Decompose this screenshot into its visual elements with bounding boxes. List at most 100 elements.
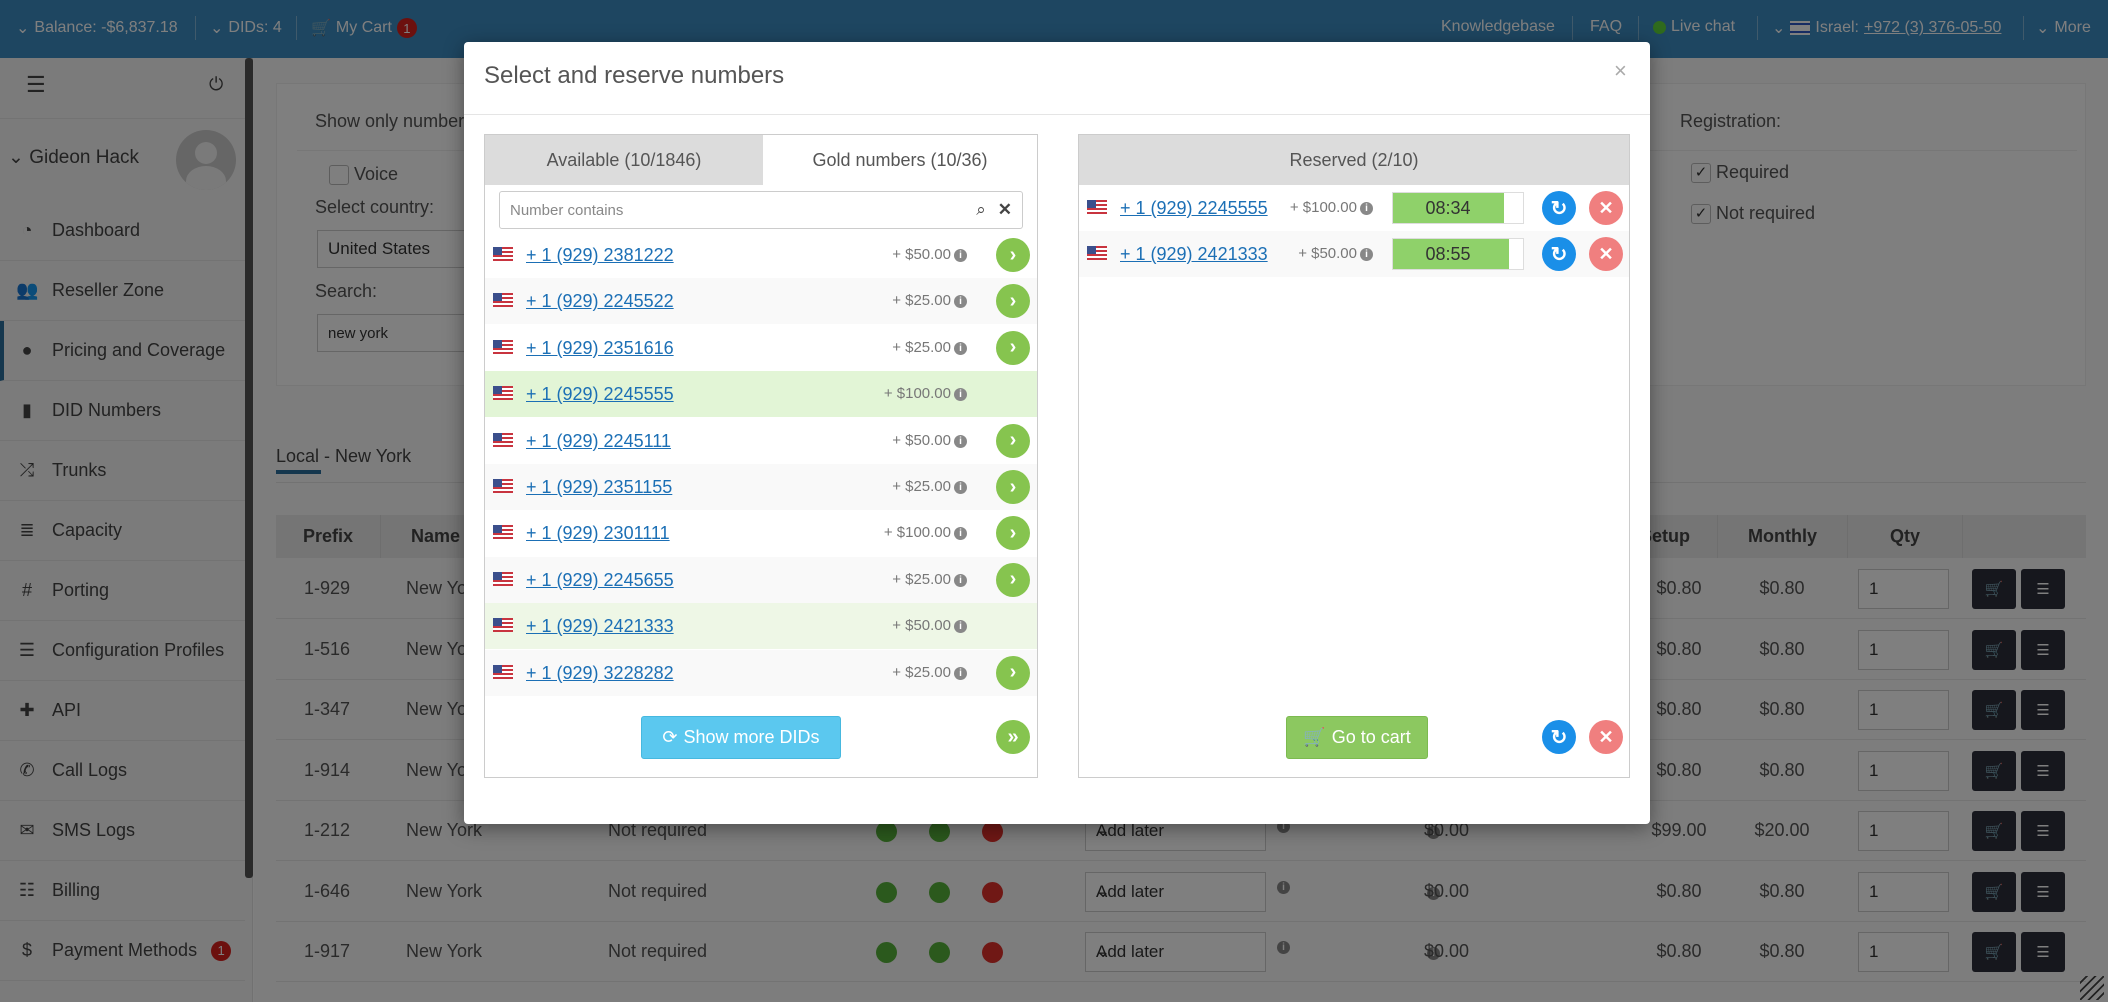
info-icon[interactable]: i [954,573,967,587]
price-value: + $100.00 [1289,199,1357,216]
price-value: + $25.00 [892,338,951,356]
show-more-dids-button[interactable]: ⟳ Show more DIDs [641,716,841,759]
extend-reservation-button[interactable]: ↻ [1542,191,1576,225]
number-row: + 1 (929) 2351616 + $25.00 i › [485,324,1037,371]
us-flag-icon [493,432,513,447]
number-row: + 1 (929) 2301111 + $100.00 i › [485,510,1037,557]
reserve-button[interactable]: › [996,470,1030,504]
reservation-timer: 08:55 [1392,238,1524,270]
number-link[interactable]: + 1 (929) 2245555 [1120,198,1268,219]
price: + $25.00 i [892,339,967,356]
price-value: + $25.00 [892,292,951,310]
info-icon[interactable]: i [954,620,967,634]
us-flag-icon [493,339,513,354]
reserve-button[interactable]: › [996,330,1030,365]
number-link[interactable]: + 1 (929) 2351616 [526,338,674,359]
reserve-button[interactable]: › [996,516,1030,551]
info-icon[interactable]: i [954,295,967,309]
extend-reservation-button[interactable]: ↻ [1542,237,1576,271]
chevron-right-icon: › [1009,429,1017,452]
info-icon[interactable]: i [954,481,967,494]
reserve-all-button[interactable]: » [996,720,1030,754]
price-value: + $25.00 [892,663,951,681]
chevron-right-icon: › [1009,336,1017,359]
tab-label: Available (10/1846) [546,149,702,170]
price: + $25.00 i [892,664,967,681]
info-icon[interactable]: i [954,434,967,448]
info-icon[interactable]: i [1360,202,1373,215]
reserve-button[interactable]: › [996,655,1030,690]
price-value: + $50.00 [1298,245,1357,262]
price: + $50.00 i [892,432,967,449]
modal-title: Select and reserve numbers [484,62,785,89]
refresh-icon: ⟳ [662,727,678,747]
release-all-button[interactable]: ✕ [1589,720,1623,754]
us-flag-icon [493,525,513,540]
price-value: + $25.00 [892,478,951,495]
price-value: + $50.00 [892,246,951,263]
number-row: + 1 (929) 3228282 + $25.00 i › [485,649,1037,696]
clear-icon[interactable]: ✕ [998,200,1012,220]
close-icon[interactable]: × [1614,58,1627,84]
number-link[interactable]: + 1 (929) 2351155 [526,477,672,498]
chevron-right-icon: › [1009,521,1017,544]
number-link[interactable]: + 1 (929) 3228282 [526,663,674,684]
search-placeholder: Number contains [510,201,624,219]
reserve-button[interactable]: › [996,284,1030,319]
number-row: + 1 (929) 2245522 + $25.00 i › [485,278,1037,325]
reserved-row: + 1 (929) 2245555 + $100.00 i 08:34 ↻ ✕ [1079,185,1629,231]
number-row: + 1 (929) 2421333 + $50.00 i [485,603,1037,650]
refresh-icon: ↻ [1550,243,1568,266]
us-flag-icon [493,247,513,261]
price: + $50.00 i [892,617,967,634]
tab-label: Gold numbers (10/36) [812,149,988,170]
number-link[interactable]: + 1 (929) 2245655 [526,570,674,591]
close-icon: ✕ [1598,726,1614,747]
chevron-right-icon: › [1009,243,1017,266]
refresh-icon: ↻ [1550,726,1568,749]
number-link[interactable]: + 1 (929) 2421333 [1120,244,1268,265]
number-link[interactable]: + 1 (929) 2245522 [526,291,674,312]
reserved-title: Reserved (2/10) [1289,149,1419,170]
chevron-right-icon: › [1009,568,1017,591]
info-icon[interactable]: i [954,341,967,355]
reserve-button[interactable]: › [996,238,1030,272]
us-flag-icon [493,386,513,401]
number-link[interactable]: + 1 (929) 2245555 [526,384,674,405]
release-button[interactable]: ✕ [1589,237,1623,271]
close-icon: ✕ [1598,197,1614,218]
search-icon[interactable]: ⌕ [976,200,986,220]
refresh-icon: ↻ [1550,197,1568,220]
reservation-timer: 08:34 [1392,192,1524,224]
number-row: + 1 (929) 2245111 + $50.00 i › [485,417,1037,464]
price: + $25.00 i [892,292,967,309]
info-icon[interactable]: i [954,666,967,680]
price: + $100.00 i [1290,199,1373,216]
info-icon[interactable]: i [954,388,967,402]
number-link[interactable]: + 1 (929) 2245111 [526,431,671,452]
reserve-numbers-modal: Select and reserve numbers × Available (… [464,42,1650,824]
us-flag-icon [1087,200,1107,214]
extend-all-button[interactable]: ↻ [1542,720,1576,754]
number-link[interactable]: + 1 (929) 2421333 [526,616,674,637]
go-to-cart-button[interactable]: 🛒 Go to cart [1286,716,1428,759]
price-value: + $100.00 [883,524,951,542]
info-icon[interactable]: i [954,249,967,262]
number-link[interactable]: + 1 (929) 2381222 [526,245,674,266]
reserve-button[interactable]: › [996,423,1030,458]
info-icon[interactable]: i [954,527,967,541]
number-row: + 1 (929) 2381222 + $50.00 i › [485,232,1037,278]
number-contains-input[interactable]: Number contains ⌕ ✕ [499,191,1023,229]
us-flag-icon [493,664,513,679]
chevron-right-icon: › [1009,661,1017,684]
release-button[interactable]: ✕ [1589,191,1623,225]
button-label: Show more DIDs [683,727,820,747]
reserve-button[interactable]: › [996,562,1030,597]
tab-gold-numbers[interactable]: Gold numbers (10/36) [763,135,1037,185]
price: + $50.00 i [1298,245,1373,262]
tab-available[interactable]: Available (10/1846) [485,135,763,185]
number-row: + 1 (929) 2245655 + $25.00 i › [485,556,1037,603]
info-icon[interactable]: i [1360,248,1373,261]
cart-icon: 🛒 [1303,727,1326,747]
number-link[interactable]: + 1 (929) 2301111 [526,523,670,544]
